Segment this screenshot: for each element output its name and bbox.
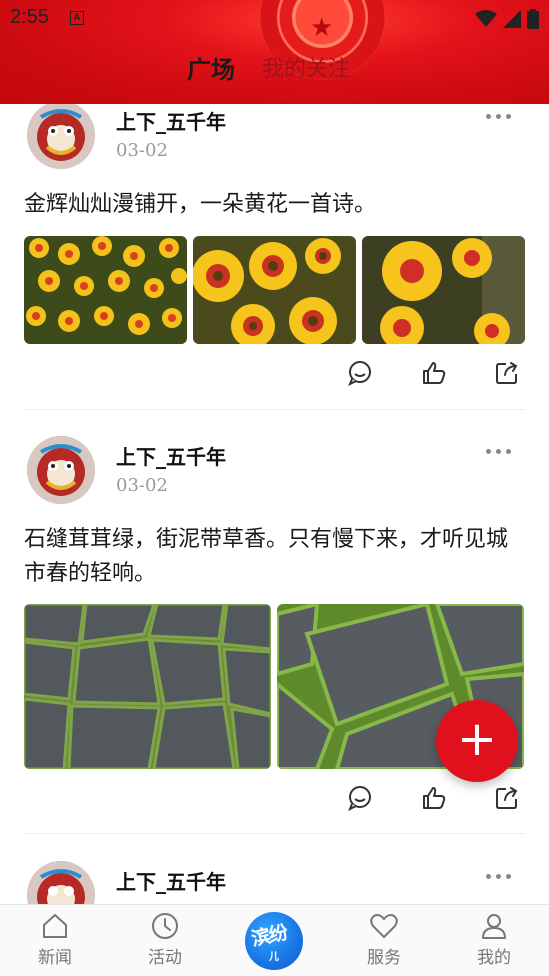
status-time: 2:55 (10, 6, 49, 28)
post-divider (24, 833, 525, 834)
app-screen: ★ 2:55 A 广场 我的关注 上下_五千年 03-02 金辉灿灿漫铺开，一朵… (0, 0, 549, 976)
notification-icon: A (70, 11, 84, 25)
plus-icon: + (456, 711, 498, 767)
feed-tabs: 广场 我的关注 (0, 52, 549, 88)
nav-item-profile[interactable]: 我的 (454, 911, 534, 968)
post-text: 石缝茸茸绿，街泥带草香。只有慢下来，才听见城市春的轻响。 (24, 527, 509, 586)
logo-text: 滨纷 (249, 921, 290, 951)
post-date: 03-02 (116, 475, 168, 496)
comment-icon[interactable] (347, 360, 373, 386)
clock-icon (152, 913, 178, 939)
nav-item-services[interactable]: 服务 (344, 911, 424, 968)
wifi-icon (475, 10, 497, 27)
nav-label: 服务 (367, 948, 401, 968)
status-icons (475, 9, 539, 29)
post-image[interactable] (24, 236, 187, 344)
like-icon[interactable] (421, 360, 447, 386)
more-options-icon[interactable] (486, 114, 514, 124)
nav-label: 我的 (477, 948, 511, 968)
post-username[interactable]: 上下_五千年 (116, 866, 226, 895)
post-feed[interactable]: 上下_五千年 03-02 金辉灿灿漫铺开，一朵黄花一首诗。 上下_五千年 03-… (0, 104, 549, 904)
share-icon[interactable] (494, 785, 520, 811)
post-username[interactable]: 上下_五千年 (116, 106, 226, 135)
status-bar: 2:55 A (0, 0, 549, 38)
header: ★ 2:55 A 广场 我的关注 (0, 0, 549, 104)
post-username[interactable]: 上下_五千年 (116, 441, 226, 470)
like-icon[interactable] (421, 785, 447, 811)
comment-icon[interactable] (347, 785, 373, 811)
more-options-icon[interactable] (486, 449, 514, 459)
post-actions (0, 785, 549, 815)
avatar[interactable] (27, 861, 95, 904)
bottom-navigation: 新闻 活动 滨纷 儿 服务 我的 (0, 904, 549, 976)
more-options-icon[interactable] (486, 874, 514, 884)
tab-following[interactable]: 我的关注 (262, 52, 350, 88)
nav-label: 新闻 (38, 948, 72, 968)
post-image[interactable] (362, 236, 525, 344)
lion-dance-avatar-image (27, 104, 95, 169)
logo-subtext: 儿 (269, 952, 279, 963)
share-icon[interactable] (494, 360, 520, 386)
nav-item-activity[interactable]: 活动 (125, 911, 205, 968)
nav-item-news[interactable]: 新闻 (15, 911, 95, 968)
house-icon (43, 914, 67, 938)
signal-icon (503, 10, 521, 28)
post-image[interactable] (24, 604, 271, 769)
post-image-grid (24, 236, 525, 344)
create-post-button[interactable]: + (436, 700, 518, 782)
lion-dance-avatar-image (27, 436, 95, 504)
post-actions (0, 360, 549, 390)
app-logo-button[interactable]: 滨纷 儿 (245, 912, 303, 970)
avatar[interactable] (27, 104, 95, 169)
person-icon (482, 914, 506, 939)
post-image[interactable] (193, 236, 356, 344)
heart-icon (370, 914, 398, 938)
nav-label: 活动 (148, 948, 182, 968)
avatar[interactable] (27, 436, 95, 504)
post-divider (24, 409, 525, 410)
lion-dance-avatar-image (27, 861, 95, 904)
battery-icon (527, 9, 539, 29)
post-date: 03-02 (116, 140, 168, 161)
tab-square[interactable]: 广场 (187, 52, 235, 88)
post-text: 金辉灿灿漫铺开，一朵黄花一首诗。 (24, 192, 377, 217)
